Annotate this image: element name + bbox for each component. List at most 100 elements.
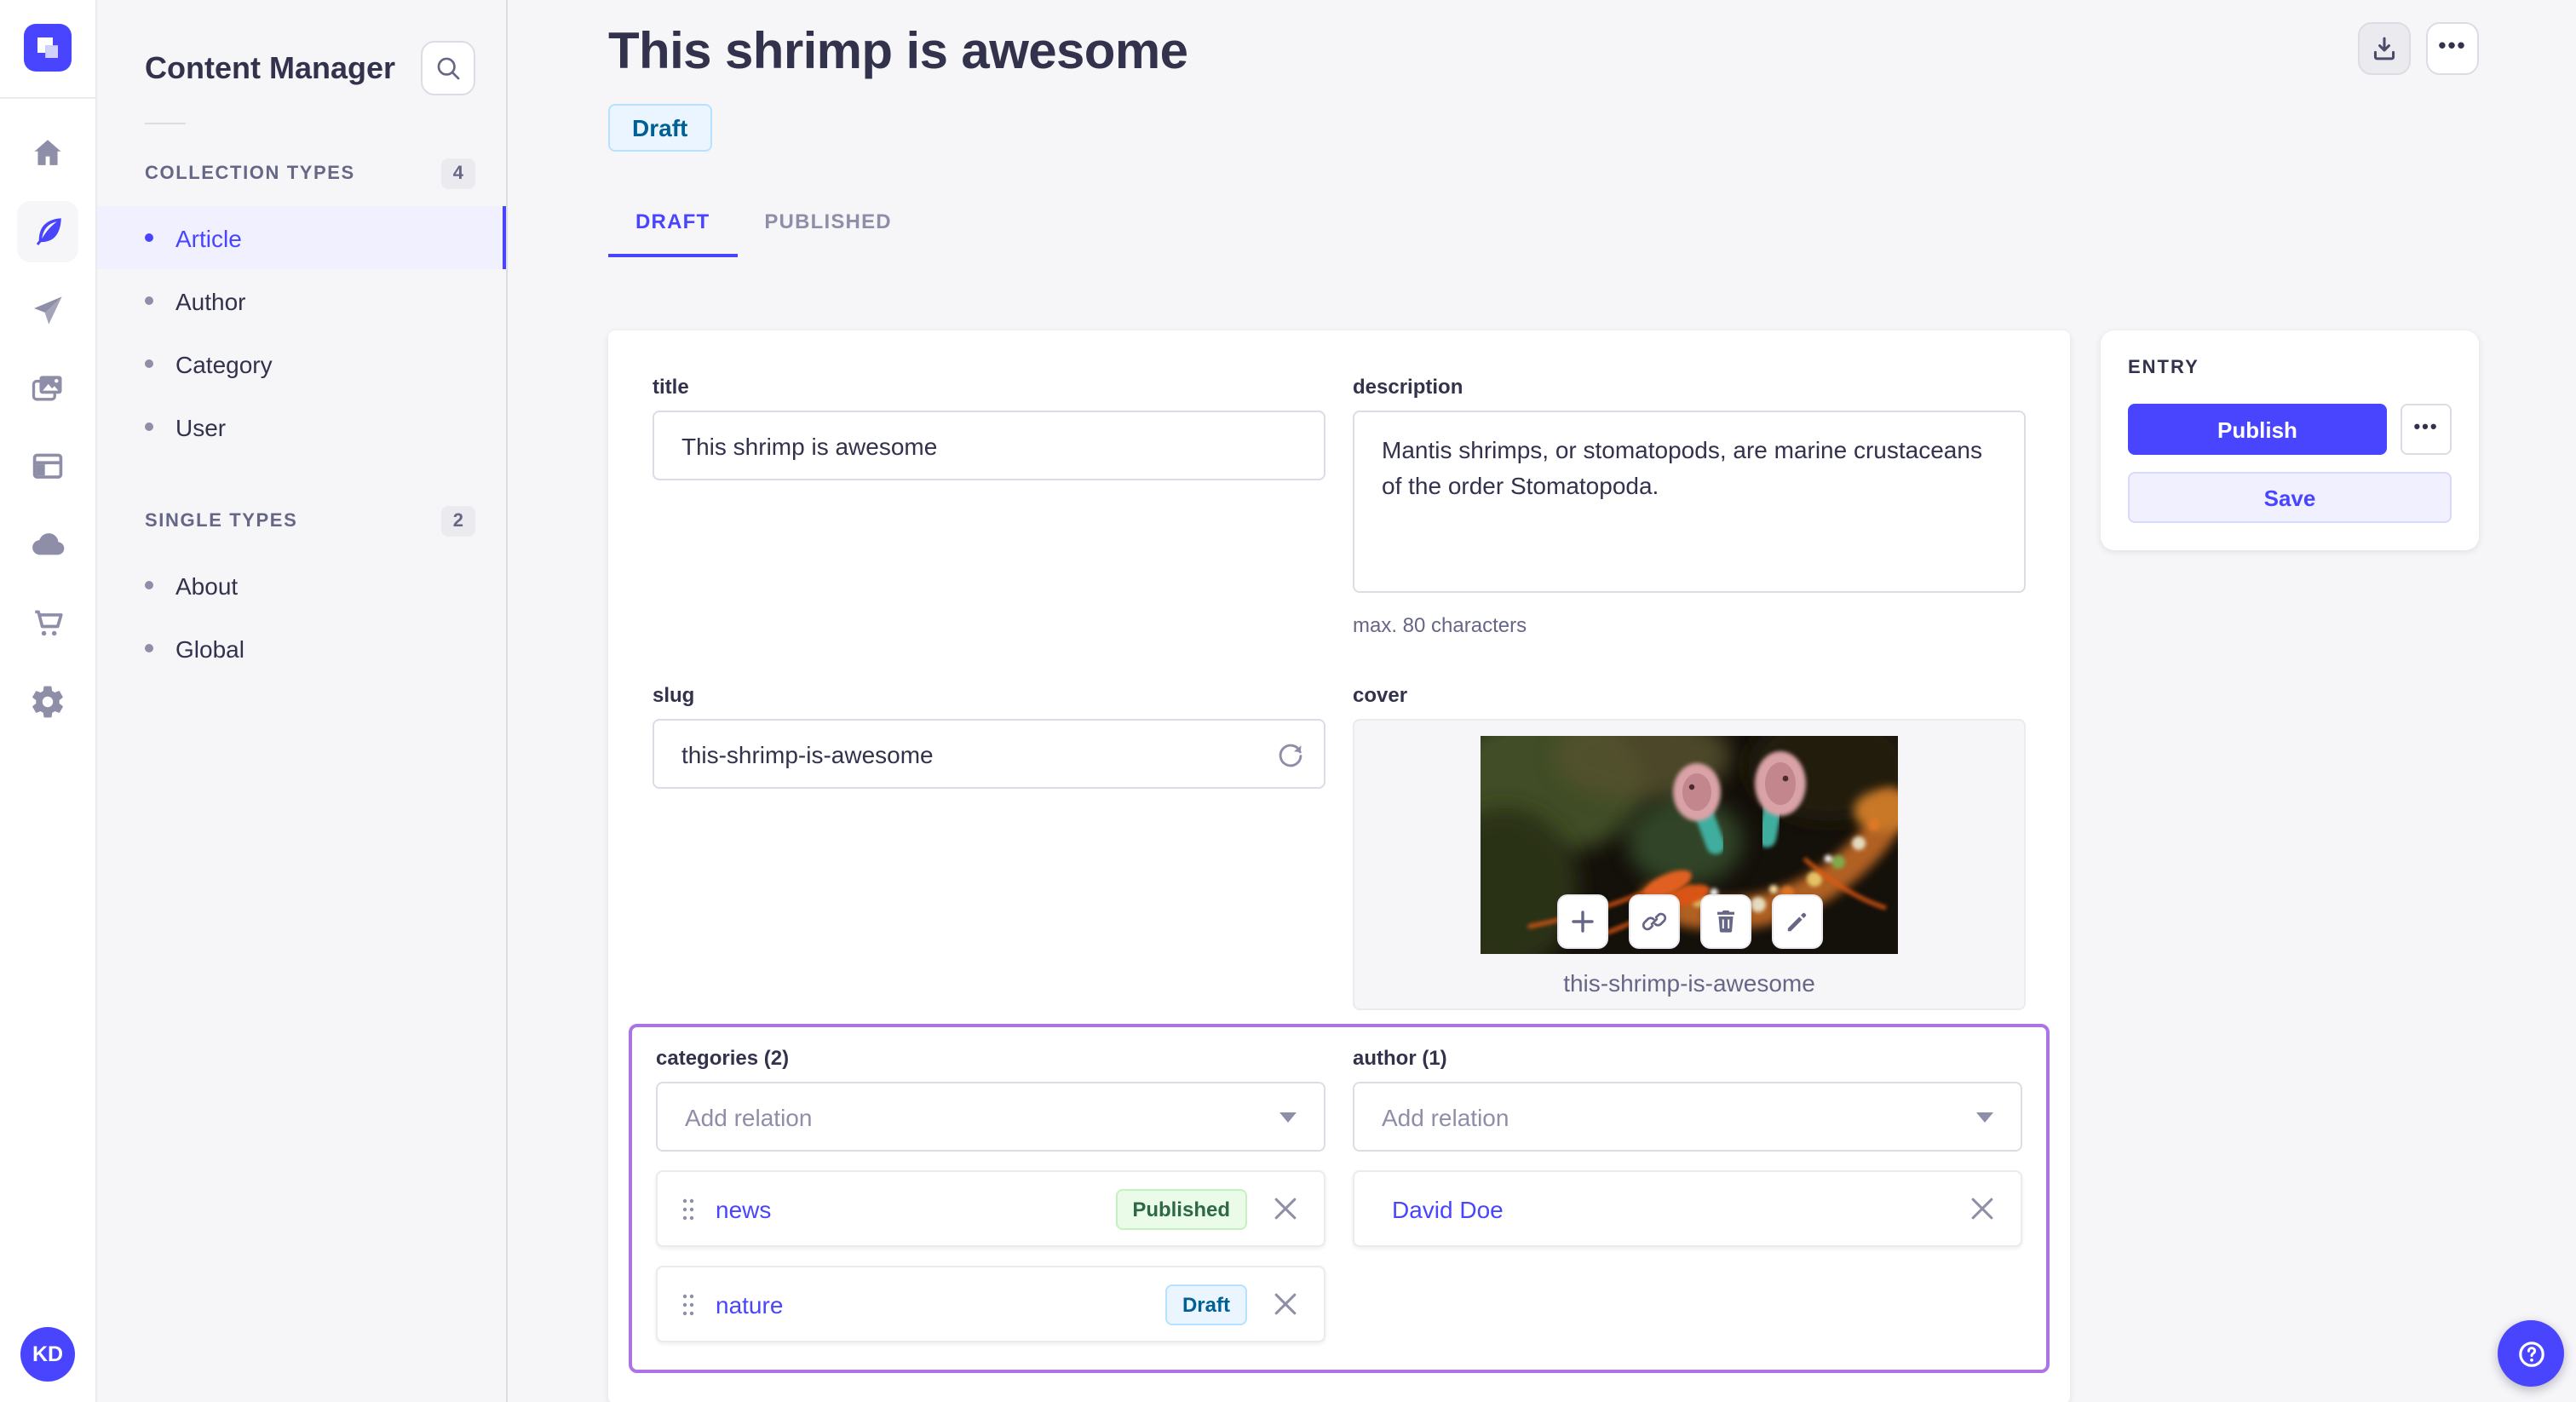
entry-more-button[interactable]: •••: [2401, 404, 2452, 455]
content-type-builder-button[interactable]: [17, 436, 78, 497]
tab-published[interactable]: PUBLISHED: [737, 192, 919, 257]
remove-relation-button[interactable]: [1271, 1290, 1300, 1319]
bullet-icon: [145, 359, 153, 368]
home-icon: [29, 135, 66, 172]
description-label: description: [1353, 375, 1463, 399]
media-library-button[interactable]: [17, 358, 78, 419]
slug-input[interactable]: [653, 719, 1325, 789]
bullet-icon: [145, 581, 153, 589]
categories-add-relation-select[interactable]: Add relation: [656, 1082, 1325, 1152]
bullet-icon: [145, 296, 153, 305]
strapi-logo[interactable]: [24, 24, 72, 72]
sidebar-item-global[interactable]: Global: [97, 617, 506, 680]
question-icon: [2514, 1336, 2548, 1370]
collection-types-section: COLLECTION TYPES 4 Article Author Catego…: [97, 148, 506, 458]
edit-media-button[interactable]: [1771, 894, 1822, 949]
sidebar-item-label: User: [175, 413, 227, 440]
refresh-icon: [1276, 739, 1305, 768]
slug-label: slug: [653, 683, 695, 707]
sidebar-item-user[interactable]: User: [97, 395, 506, 458]
avatar[interactable]: KD: [20, 1327, 75, 1382]
categories-field: categories (2) Add relation news Publish…: [656, 1046, 1325, 1342]
more-icon: •••: [2413, 417, 2439, 437]
more-icon: •••: [2438, 32, 2467, 58]
release-button[interactable]: [17, 279, 78, 341]
cover-box: this-shrimp-is-awesome: [1353, 719, 2026, 1010]
cover-caption: this-shrimp-is-awesome: [1563, 969, 1815, 997]
relation-item-david-doe: David Doe: [1353, 1170, 2022, 1247]
link-icon: [1640, 908, 1667, 935]
drag-handle-icon[interactable]: [681, 1197, 695, 1221]
rail-nav: [17, 99, 78, 733]
relation-status-badge: Published: [1115, 1188, 1247, 1229]
feather-icon: [29, 213, 66, 250]
sidebar: Content Manager COLLECTION TYPES 4 Artic…: [97, 0, 508, 1402]
layout-icon: [29, 448, 66, 486]
single-types-section: SINGLE TYPES 2 About Global: [97, 496, 506, 680]
sidebar-item-about[interactable]: About: [97, 554, 506, 617]
deploy-cloud-button[interactable]: [17, 514, 78, 576]
cover-field: cover this-shrimp-is-awesome: [1353, 683, 2026, 1010]
slug-field: slug: [653, 683, 1325, 789]
sidebar-item-label: Author: [175, 287, 246, 314]
more-options-button[interactable]: •••: [2426, 22, 2479, 75]
tab-draft[interactable]: DRAFT: [608, 192, 738, 257]
title-label: title: [653, 375, 689, 399]
entry-panel: ENTRY Publish ••• Save: [2101, 330, 2479, 550]
publish-button[interactable]: Publish: [2128, 404, 2387, 455]
version-tabs: DRAFT PUBLISHED: [608, 192, 2576, 257]
cover-label: cover: [1353, 683, 1408, 707]
sidebar-item-label: Article: [175, 224, 242, 251]
sidebar-item-author[interactable]: Author: [97, 269, 506, 332]
title-input[interactable]: [653, 411, 1325, 480]
form-card: title description Mantis shrimps, or sto…: [608, 330, 2070, 1402]
chevron-down-icon: [1976, 1112, 1993, 1122]
regenerate-slug-button[interactable]: [1276, 739, 1305, 768]
relation-item-news: news Published: [656, 1170, 1325, 1247]
relation-link[interactable]: David Doe: [1392, 1195, 1504, 1222]
marketplace-button[interactable]: [17, 593, 78, 654]
drag-handle-icon[interactable]: [681, 1292, 695, 1316]
relation-link[interactable]: news: [716, 1195, 771, 1222]
add-media-button[interactable]: [1556, 894, 1607, 949]
sidebar-item-label: Global: [175, 635, 244, 662]
add-relation-placeholder: Add relation: [685, 1103, 813, 1130]
sidebar-item-label: About: [175, 572, 239, 599]
collection-types-count: 4: [440, 158, 475, 189]
description-input[interactable]: Mantis shrimps, or stomatopods, are mari…: [1353, 411, 2026, 593]
nav-rail: KD: [0, 0, 97, 1402]
relation-link[interactable]: nature: [716, 1290, 783, 1318]
save-button[interactable]: Save: [2128, 472, 2452, 523]
single-types-count: 2: [440, 506, 475, 537]
sidebar-item-category[interactable]: Category: [97, 332, 506, 395]
author-add-relation-select[interactable]: Add relation: [1353, 1082, 2022, 1152]
search-button[interactable]: [421, 41, 475, 95]
collection-types-label: COLLECTION TYPES: [145, 164, 355, 184]
description-field: description Mantis shrimps, or stomatopo…: [1353, 375, 2026, 637]
home-button[interactable]: [17, 123, 78, 184]
remove-relation-button[interactable]: [1968, 1194, 1997, 1223]
copy-link-button[interactable]: [1628, 894, 1679, 949]
pencil-icon: [1783, 908, 1810, 935]
content-manager-button[interactable]: [17, 201, 78, 262]
description-helper: max. 80 characters: [1353, 613, 1527, 637]
cover-actions: [1556, 894, 1822, 949]
media-library-icon: [29, 370, 66, 407]
remove-relation-button[interactable]: [1271, 1194, 1300, 1223]
relations-highlight-box: categories (2) Add relation news Publish…: [629, 1024, 2050, 1373]
author-label: author (1): [1353, 1046, 1447, 1070]
sidebar-item-article[interactable]: Article: [97, 206, 506, 269]
topbar-actions: •••: [2358, 22, 2479, 75]
gear-icon: [29, 683, 66, 721]
export-button[interactable]: [2358, 22, 2411, 75]
add-relation-placeholder: Add relation: [1382, 1103, 1509, 1130]
settings-button[interactable]: [17, 671, 78, 733]
cart-icon: [29, 605, 66, 642]
sidebar-divider: [145, 123, 186, 124]
status-badge: Draft: [608, 104, 712, 152]
entry-panel-title: ENTRY: [2128, 358, 2199, 378]
single-types-label: SINGLE TYPES: [145, 511, 298, 531]
help-button[interactable]: [2498, 1320, 2564, 1387]
delete-media-button[interactable]: [1699, 894, 1751, 949]
download-icon: [2370, 34, 2399, 63]
